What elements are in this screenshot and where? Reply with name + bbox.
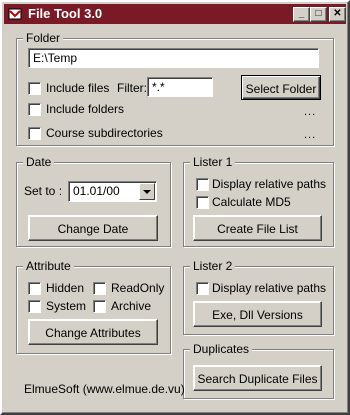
search-duplicates-button[interactable]: Search Duplicate Files	[193, 365, 322, 391]
folder-group-label: Folder	[23, 31, 64, 45]
calculate-md5-label: Calculate MD5	[212, 195, 291, 209]
lister2-group: Lister 2 Display relative paths Exe, Dll…	[183, 259, 334, 335]
course-subdirs-checkbox[interactable]	[28, 127, 41, 140]
attribute-group: Attribute Hidden ReadOnly System Archive…	[16, 259, 171, 354]
select-folder-button[interactable]: Select Folder	[241, 75, 321, 100]
lister1-relative-paths-label: Display relative paths	[212, 177, 327, 191]
date-group-label: Date	[23, 155, 55, 169]
window-title: File Tool 3.0	[28, 6, 103, 21]
maximize-button[interactable]: □	[310, 7, 327, 22]
course-subdirs-label: Course subdirectories	[46, 126, 163, 140]
archive-checkbox[interactable]	[93, 300, 106, 313]
date-value: 01.01/00	[73, 184, 120, 198]
hidden-label: Hidden	[46, 281, 85, 295]
calculate-md5-checkbox[interactable]	[196, 196, 209, 209]
include-folders-checkbox[interactable]	[28, 103, 41, 116]
lister1-group-label: Lister 1	[190, 155, 236, 169]
chevron-down-icon	[143, 190, 151, 194]
footer-credit: ElmueSoft (www.elmue.de.vu)	[24, 382, 185, 396]
exe-dll-versions-button[interactable]: Exe, Dll Versions	[193, 301, 322, 327]
system-label: System	[46, 299, 87, 313]
system-checkbox[interactable]	[28, 300, 41, 313]
set-to-label: Set to :	[24, 184, 63, 198]
lister1-relative-paths-checkbox[interactable]	[196, 178, 209, 191]
folder-path-input[interactable]: E:\Temp	[28, 48, 319, 68]
duplicates-group-label: Duplicates	[190, 342, 253, 356]
folder-group: Folder E:\Temp Include files Filter: *.*…	[16, 31, 334, 146]
date-group: Date Set to : 01.01/00 Change Date	[16, 155, 171, 247]
lister1-group: Lister 1 Display relative paths Calculat…	[183, 155, 334, 247]
readonly-checkbox[interactable]	[93, 282, 106, 295]
folder-dots-1: ...	[304, 106, 317, 118]
attribute-group-label: Attribute	[23, 259, 74, 273]
close-button[interactable]: ✕	[329, 7, 346, 22]
include-files-label: Include files	[46, 81, 110, 95]
lister2-group-label: Lister 2	[190, 259, 236, 273]
filter-label: Filter:	[117, 81, 147, 95]
title-bar[interactable]: File Tool 3.0 _ □ ✕	[4, 4, 346, 24]
duplicates-group: Duplicates Search Duplicate Files	[183, 342, 334, 399]
change-date-button[interactable]: Change Date	[28, 215, 158, 241]
filter-input[interactable]: *.*	[147, 77, 213, 97]
create-file-list-button[interactable]: Create File List	[193, 215, 322, 241]
minimize-button[interactable]: _	[293, 7, 310, 22]
lister2-relative-paths-checkbox[interactable]	[196, 282, 209, 295]
folder-dots-2: ...	[304, 129, 317, 141]
date-dropdown-button[interactable]	[139, 183, 155, 200]
readonly-label: ReadOnly	[111, 281, 165, 295]
hidden-checkbox[interactable]	[28, 282, 41, 295]
include-files-checkbox[interactable]	[28, 82, 41, 95]
change-attributes-button[interactable]: Change Attributes	[28, 319, 158, 345]
archive-label: Archive	[111, 299, 152, 313]
main-window: File Tool 3.0 _ □ ✕ Folder E:\Temp Inclu…	[0, 0, 350, 415]
lister2-relative-paths-label: Display relative paths	[212, 281, 327, 295]
app-icon	[8, 8, 22, 20]
include-folders-label: Include folders	[46, 102, 125, 116]
